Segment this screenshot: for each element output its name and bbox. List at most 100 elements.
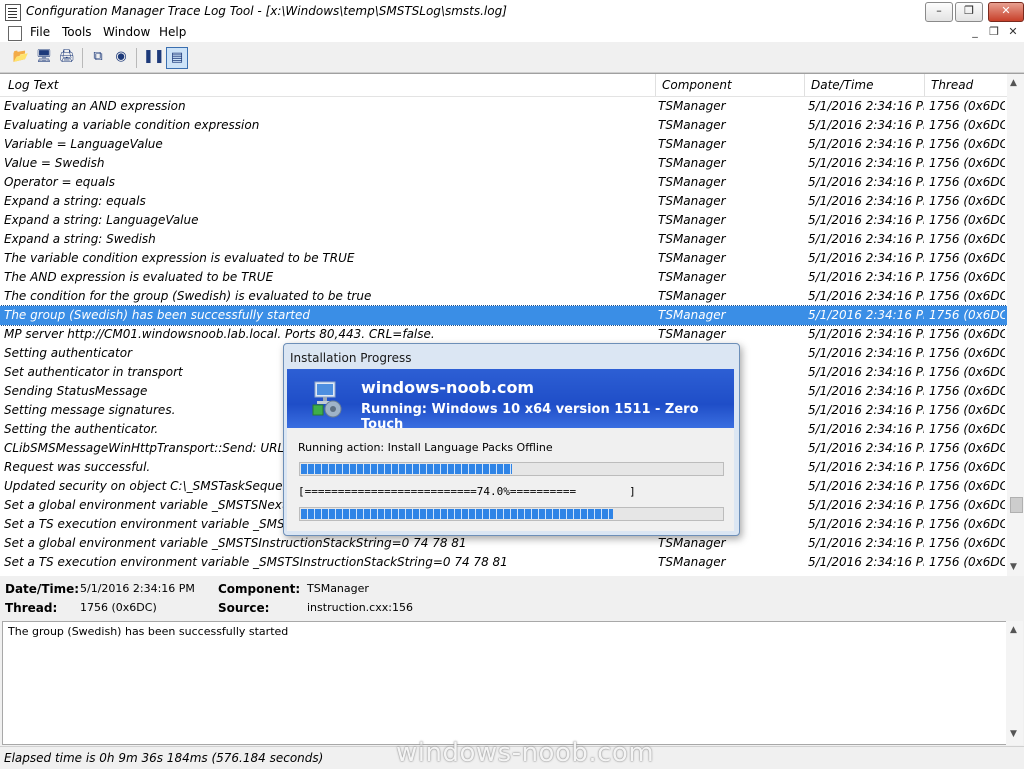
- log-row[interactable]: The condition for the group (Swedish) is…: [0, 287, 1007, 306]
- row-datetime: 5/1/2016 2:34:16 PM: [808, 498, 924, 512]
- menu-bar: File Tools Window Help _ ❐ ✕: [0, 24, 1024, 42]
- log-row[interactable]: Set a TS execution environment variable …: [0, 553, 1007, 572]
- row-datetime: 5/1/2016 2:34:16 PM: [808, 460, 924, 474]
- row-thread: 1756 (0x6DC): [929, 175, 1005, 189]
- installation-progress-dialog[interactable]: Installation Progress windows-noob.com R…: [283, 343, 740, 536]
- thread-label: Thread:: [5, 601, 58, 615]
- column-datetime[interactable]: Date/Time: [811, 78, 873, 92]
- row-datetime: 5/1/2016 2:34:16 PM: [808, 479, 924, 493]
- log-row[interactable]: Expand a string: equals TSManager 5/1/2016…: [0, 192, 1007, 211]
- restore-button[interactable]: ❐: [955, 2, 983, 22]
- log-row[interactable]: Operator = equals TSManager 5/1/2016 2:34:…: [0, 173, 1007, 192]
- log-scrollbar[interactable]: ▲ ▼: [1007, 74, 1024, 576]
- row-datetime: 5/1/2016 2:34:16 PM: [808, 403, 924, 417]
- row-component: TSManager: [658, 251, 726, 265]
- row-datetime: 5/1/2016 2:34:16 PM: [808, 441, 924, 455]
- row-component: TSManager: [658, 308, 726, 322]
- row-log-text: Set a TS execution environment variable …: [4, 555, 508, 569]
- row-log-text: Variable = LanguageValue: [4, 137, 163, 151]
- menu-tools[interactable]: Tools: [62, 25, 92, 39]
- mdi-minimize-button[interactable]: _: [968, 25, 982, 38]
- menu-window[interactable]: Window: [103, 25, 150, 39]
- row-datetime: 5/1/2016 2:34:16 PM: [808, 251, 924, 265]
- row-datetime: 5/1/2016 2:34:16 PM: [808, 232, 924, 246]
- minimize-button[interactable]: –: [925, 2, 953, 22]
- log-row[interactable]: Expand a string: LanguageValue TSManager 5…: [0, 211, 1007, 230]
- log-row[interactable]: Set a global environment variable _SMSTS…: [0, 534, 1007, 553]
- message-scrollbar[interactable]: ▲ ▼: [1006, 621, 1023, 745]
- row-log-text: The condition for the group (Swedish) is…: [4, 289, 372, 303]
- row-component: TSManager: [658, 270, 726, 284]
- menu-file[interactable]: File: [30, 25, 50, 39]
- scroll-up-icon[interactable]: ▲: [1010, 78, 1017, 88]
- column-divider[interactable]: [924, 74, 925, 96]
- scrollbar-thumb[interactable]: [1010, 497, 1023, 513]
- thread-value: 1756 (0x6DC): [80, 601, 157, 614]
- dialog-site-name: windows-noob.com: [361, 378, 535, 397]
- row-datetime: 5/1/2016 2:34:16 PM: [808, 517, 924, 531]
- scroll-down-icon[interactable]: ▼: [1010, 562, 1017, 572]
- row-thread: 1756 (0x6DC): [929, 498, 1005, 512]
- row-datetime: 5/1/2016 2:34:16 PM: [808, 346, 924, 360]
- column-component[interactable]: Component: [662, 78, 732, 92]
- row-thread: 1756 (0x6DC): [929, 270, 1005, 284]
- close-button[interactable]: ✕: [988, 2, 1024, 22]
- log-row[interactable]: Expand a string: Swedish TSManager 5/1/201…: [0, 230, 1007, 249]
- scroll-down-icon[interactable]: ▼: [1010, 729, 1017, 739]
- row-component: TSManager: [658, 175, 726, 189]
- log-row-selected[interactable]: The group (Swedish) has been successfull…: [0, 305, 1008, 326]
- task-sequence-icon: [312, 381, 342, 418]
- message-textbox[interactable]: The group (Swedish) has been successfull…: [2, 621, 1007, 745]
- log-row[interactable]: The variable condition expression is eva…: [0, 249, 1007, 268]
- document-icon[interactable]: [8, 26, 22, 41]
- column-divider[interactable]: [804, 74, 805, 96]
- row-datetime: 5/1/2016 2:34:16 PM: [808, 327, 924, 341]
- current-action-label: Running action: Install Language Packs O…: [298, 441, 553, 454]
- row-datetime: 5/1/2016 2:34:16 PM: [808, 194, 924, 208]
- scroll-up-icon[interactable]: ▲: [1010, 625, 1017, 635]
- overall-progress-text: [==========================74.0%========…: [298, 485, 636, 498]
- column-log-text[interactable]: Log Text: [8, 78, 59, 92]
- log-row[interactable]: Value = Swedish TSManager 5/1/2016 2:34:16…: [0, 154, 1007, 173]
- print-icon[interactable]: 🖨: [58, 48, 76, 66]
- title-bar[interactable]: Configuration Manager Trace Log Tool - […: [0, 0, 1024, 25]
- row-thread: 1756 (0x6DC): [929, 137, 1005, 151]
- detail-panel: Date/Time: 5/1/2016 2:34:16 PM Component…: [0, 576, 1024, 620]
- copy-icon[interactable]: ⧉: [89, 48, 107, 66]
- window-title: Configuration Manager Trace Log Tool - […: [26, 4, 507, 18]
- column-thread[interactable]: Thread: [931, 78, 973, 92]
- row-thread: 1756 (0x6DC): [929, 517, 1005, 531]
- row-thread: 1756 (0x6DC): [929, 289, 1005, 303]
- row-log-text: Expand a string: equals: [4, 194, 146, 208]
- mdi-close-button[interactable]: ✕: [1006, 25, 1020, 38]
- open-icon[interactable]: 📂: [12, 48, 30, 66]
- log-row[interactable]: The AND expression is evaluated to be TR…: [0, 268, 1007, 287]
- mdi-restore-button[interactable]: ❐: [987, 25, 1001, 38]
- row-datetime: 5/1/2016 2:34:16 PM: [808, 308, 924, 322]
- highlight-icon[interactable]: ▤: [166, 47, 188, 69]
- action-progress-fill: [301, 464, 512, 474]
- menu-help[interactable]: Help: [159, 25, 186, 39]
- row-component: TSManager: [658, 99, 726, 113]
- open-remote-icon[interactable]: 🖥: [35, 48, 53, 66]
- datetime-value: 5/1/2016 2:34:16 PM: [80, 582, 195, 595]
- log-row[interactable]: Variable = LanguageValue TSManager 5/1/201…: [0, 135, 1007, 154]
- datetime-label: Date/Time:: [5, 582, 80, 596]
- row-thread: 1756 (0x6DC): [929, 327, 1005, 341]
- component-label: Component:: [218, 582, 301, 596]
- find-icon[interactable]: ◉: [112, 48, 130, 66]
- row-thread: 1756 (0x6DC): [929, 441, 1005, 455]
- column-divider[interactable]: [655, 74, 656, 96]
- row-log-text: Value = Swedish: [4, 156, 105, 170]
- row-datetime: 5/1/2016 2:34:16 PM: [808, 536, 924, 550]
- log-row[interactable]: Evaluating a variable condition expressi…: [0, 116, 1007, 135]
- row-log-text: Operator = equals: [4, 175, 115, 189]
- row-datetime: 5/1/2016 2:34:16 PM: [808, 99, 924, 113]
- log-row[interactable]: Evaluating an AND expression TSManager 5/1…: [0, 97, 1007, 116]
- row-datetime: 5/1/2016 2:34:16 PM: [808, 137, 924, 151]
- pause-icon[interactable]: ❚❚: [143, 48, 165, 66]
- source-label: Source:: [218, 601, 270, 615]
- row-log-text: Evaluating an AND expression: [4, 99, 186, 113]
- row-datetime: 5/1/2016 2:34:16 PM: [808, 422, 924, 436]
- log-row[interactable]: MP server http://CM01.windowsnoob.lab.lo…: [0, 325, 1007, 344]
